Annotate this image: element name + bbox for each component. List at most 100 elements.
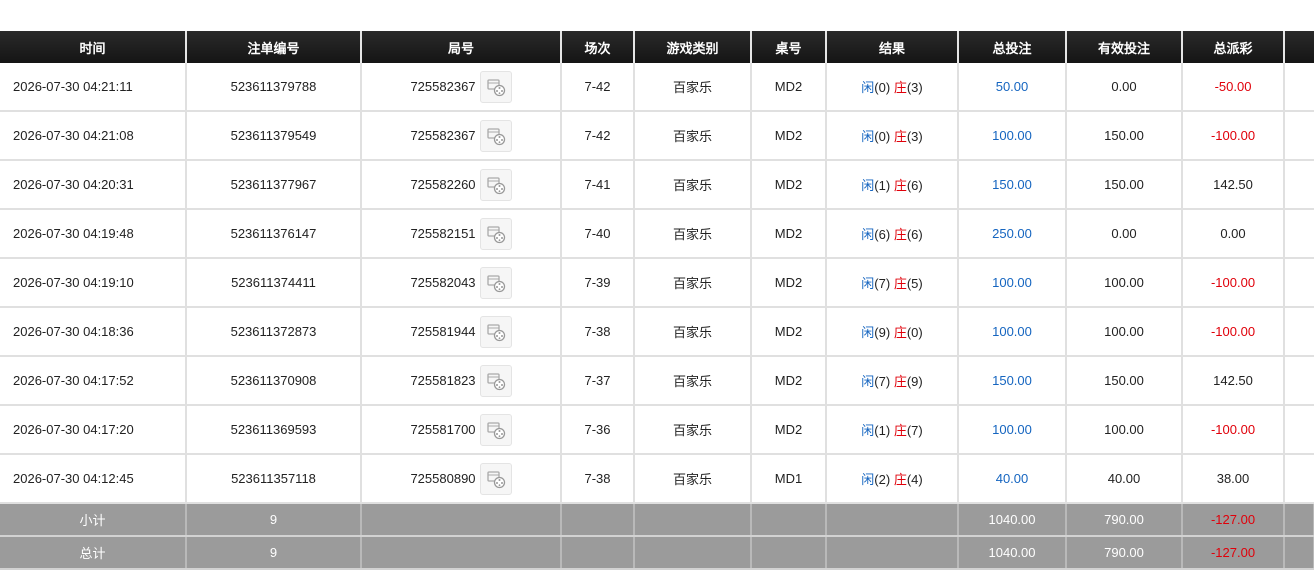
header-table-no: 桌号 bbox=[751, 31, 827, 63]
cell-table-no: MD2 bbox=[751, 356, 827, 406]
result-banker-label: 庄 bbox=[893, 472, 907, 487]
result-banker-score: (3) bbox=[906, 80, 923, 95]
cell-table-no: MD2 bbox=[751, 209, 827, 259]
result-player-label: 闲 bbox=[861, 325, 875, 340]
subtotal-label: 小计 bbox=[0, 503, 187, 537]
cell-session: 7-39 bbox=[561, 258, 635, 308]
subtotal-payout: -127.00 bbox=[1182, 503, 1285, 537]
cell-extra bbox=[1284, 405, 1314, 455]
result-player-label: 闲 bbox=[861, 472, 875, 487]
result-banker-label: 庄 bbox=[893, 325, 907, 340]
header-round: 局号 bbox=[361, 31, 562, 63]
cell-game-type: 百家乐 bbox=[634, 160, 752, 210]
cell-total-payout: -100.00 bbox=[1182, 405, 1285, 455]
cell-total-bet: 50.00 bbox=[958, 63, 1067, 112]
round-number: 725582151 bbox=[410, 226, 476, 241]
cell-bet-id: 523611370908 bbox=[186, 356, 362, 406]
cell-time: 2026-07-30 04:20:31 bbox=[0, 160, 187, 210]
video-replay-icon bbox=[486, 225, 505, 243]
table-row: 2026-07-30 04:19:10 523611374411 7255820… bbox=[0, 258, 1314, 308]
round-number: 725581823 bbox=[410, 373, 476, 388]
table-row: 2026-07-30 04:12:45 523611357118 7255808… bbox=[0, 454, 1314, 504]
result-banker-label: 庄 bbox=[893, 374, 907, 389]
subtotal-total-bet: 1040.00 bbox=[958, 503, 1067, 537]
header-time: 时间 bbox=[0, 31, 187, 63]
bet-records-table: 时间 注单编号 局号 场次 游戏类别 桌号 结果 总投注 有效投注 总派彩 20… bbox=[0, 31, 1314, 570]
result-banker-score: (5) bbox=[906, 276, 923, 291]
empty-cell bbox=[361, 536, 562, 570]
round-number: 725582367 bbox=[410, 128, 476, 143]
cell-game-type: 百家乐 bbox=[634, 307, 752, 357]
video-replay-button[interactable] bbox=[479, 70, 512, 103]
cell-total-payout: -100.00 bbox=[1182, 111, 1285, 161]
cell-game-type: 百家乐 bbox=[634, 356, 752, 406]
cell-game-type: 百家乐 bbox=[634, 111, 752, 161]
cell-total-bet: 40.00 bbox=[958, 454, 1067, 504]
video-replay-button[interactable] bbox=[479, 462, 512, 495]
cell-bet-id: 523611372873 bbox=[186, 307, 362, 357]
video-replay-button[interactable] bbox=[479, 413, 512, 446]
cell-bet-id: 523611374411 bbox=[186, 258, 362, 308]
cell-extra bbox=[1284, 307, 1314, 357]
cell-valid-bet: 150.00 bbox=[1066, 356, 1183, 406]
cell-total-payout: 142.50 bbox=[1182, 160, 1285, 210]
cell-valid-bet: 150.00 bbox=[1066, 160, 1183, 210]
cell-extra bbox=[1284, 209, 1314, 259]
cell-valid-bet: 100.00 bbox=[1066, 258, 1183, 308]
video-replay-icon bbox=[486, 470, 505, 488]
video-replay-button[interactable] bbox=[479, 315, 512, 348]
cell-total-payout: -100.00 bbox=[1182, 307, 1285, 357]
cell-total-bet: 250.00 bbox=[958, 209, 1067, 259]
cell-time: 2026-07-30 04:21:08 bbox=[0, 111, 187, 161]
cell-session: 7-37 bbox=[561, 356, 635, 406]
cell-game-type: 百家乐 bbox=[634, 454, 752, 504]
grandtotal-count: 9 bbox=[186, 536, 362, 570]
cell-total-payout: -50.00 bbox=[1182, 63, 1285, 112]
cell-extra bbox=[1284, 258, 1314, 308]
video-replay-button[interactable] bbox=[479, 119, 512, 152]
cell-total-bet: 150.00 bbox=[958, 356, 1067, 406]
cell-total-payout: 142.50 bbox=[1182, 356, 1285, 406]
cell-time: 2026-07-30 04:19:48 bbox=[0, 209, 187, 259]
empty-cell bbox=[1284, 503, 1314, 537]
result-player-score: (9) bbox=[874, 325, 891, 340]
video-replay-button[interactable] bbox=[479, 217, 512, 250]
cell-total-bet: 100.00 bbox=[958, 111, 1067, 161]
cell-bet-id: 523611357118 bbox=[186, 454, 362, 504]
round-number: 725582260 bbox=[410, 177, 476, 192]
cell-extra bbox=[1284, 454, 1314, 504]
cell-extra bbox=[1284, 160, 1314, 210]
cell-total-bet: 100.00 bbox=[958, 405, 1067, 455]
cell-session: 7-38 bbox=[561, 307, 635, 357]
cell-bet-id: 523611379788 bbox=[186, 63, 362, 112]
cell-game-type: 百家乐 bbox=[634, 209, 752, 259]
bet-records-panel: 时间 注单编号 局号 场次 游戏类别 桌号 结果 总投注 有效投注 总派彩 20… bbox=[0, 31, 1314, 570]
empty-cell bbox=[826, 503, 959, 537]
result-banker-score: (6) bbox=[906, 227, 923, 242]
cell-result: 闲(7) 庄(9) bbox=[826, 356, 959, 406]
video-replay-button[interactable] bbox=[479, 168, 512, 201]
cell-game-type: 百家乐 bbox=[634, 63, 752, 112]
cell-valid-bet: 100.00 bbox=[1066, 405, 1183, 455]
result-banker-label: 庄 bbox=[893, 178, 907, 193]
table-row: 2026-07-30 04:19:48 523611376147 7255821… bbox=[0, 209, 1314, 259]
video-replay-icon bbox=[486, 372, 505, 390]
table-body: 2026-07-30 04:21:11 523611379788 7255823… bbox=[0, 63, 1314, 504]
cell-table-no: MD2 bbox=[751, 160, 827, 210]
grandtotal-valid-bet: 790.00 bbox=[1066, 536, 1183, 570]
result-banker-score: (4) bbox=[906, 472, 923, 487]
video-replay-button[interactable] bbox=[479, 266, 512, 299]
table-header-row: 时间 注单编号 局号 场次 游戏类别 桌号 结果 总投注 有效投注 总派彩 bbox=[0, 31, 1314, 63]
cell-round: 725582367 bbox=[361, 63, 562, 112]
header-extra bbox=[1284, 31, 1314, 63]
video-replay-button[interactable] bbox=[479, 364, 512, 397]
video-replay-icon bbox=[486, 421, 505, 439]
round-number: 725582043 bbox=[410, 275, 476, 290]
result-banker-label: 庄 bbox=[893, 129, 907, 144]
result-player-label: 闲 bbox=[861, 374, 875, 389]
result-player-score: (0) bbox=[874, 80, 891, 95]
cell-session: 7-42 bbox=[561, 63, 635, 112]
grandtotal-payout: -127.00 bbox=[1182, 536, 1285, 570]
cell-round: 725581700 bbox=[361, 405, 562, 455]
cell-result: 闲(6) 庄(6) bbox=[826, 209, 959, 259]
